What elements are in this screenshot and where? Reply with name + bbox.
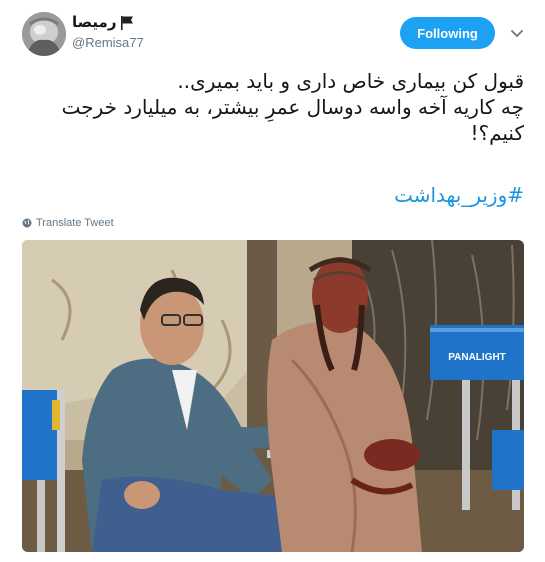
author-avatar[interactable] — [22, 12, 66, 56]
globe-icon — [22, 218, 32, 228]
author-name-row: رمیصا — [72, 12, 134, 32]
translate-tweet-label: Translate Tweet — [36, 217, 114, 229]
chevron-down-icon[interactable] — [510, 26, 524, 40]
tweet-text-line: چه کاریه آخه واسه دوسال عمرِ بیشتر، به م… — [61, 95, 524, 119]
translate-tweet-link[interactable]: Translate Tweet — [22, 217, 114, 229]
hashtag-link[interactable]: #وزیر_بهداشت — [22, 183, 524, 207]
black-flag-icon — [121, 15, 134, 30]
author-display-name[interactable]: رمیصا — [72, 13, 116, 31]
following-button[interactable]: Following — [400, 17, 495, 49]
avatar-photo-icon — [22, 12, 66, 56]
tweet-photo-image: PANALIGHT — [22, 240, 524, 552]
tweet-text: قبول کن بیماری خاص داری و باید بمیری.. چ… — [22, 68, 524, 146]
tweet-photo[interactable]: PANALIGHT — [22, 240, 524, 552]
tweet-card: رمیصا @Remisa77 Following قبول کن بیماری… — [0, 0, 545, 562]
chair-panalight-label: PANALIGHT — [448, 352, 506, 363]
author-handle[interactable]: @Remisa77 — [72, 35, 144, 50]
tweet-text-line: کنیم؟! — [470, 121, 524, 145]
tweet-text-line: قبول کن بیماری خاص داری و باید بمیری.. — [177, 69, 524, 93]
